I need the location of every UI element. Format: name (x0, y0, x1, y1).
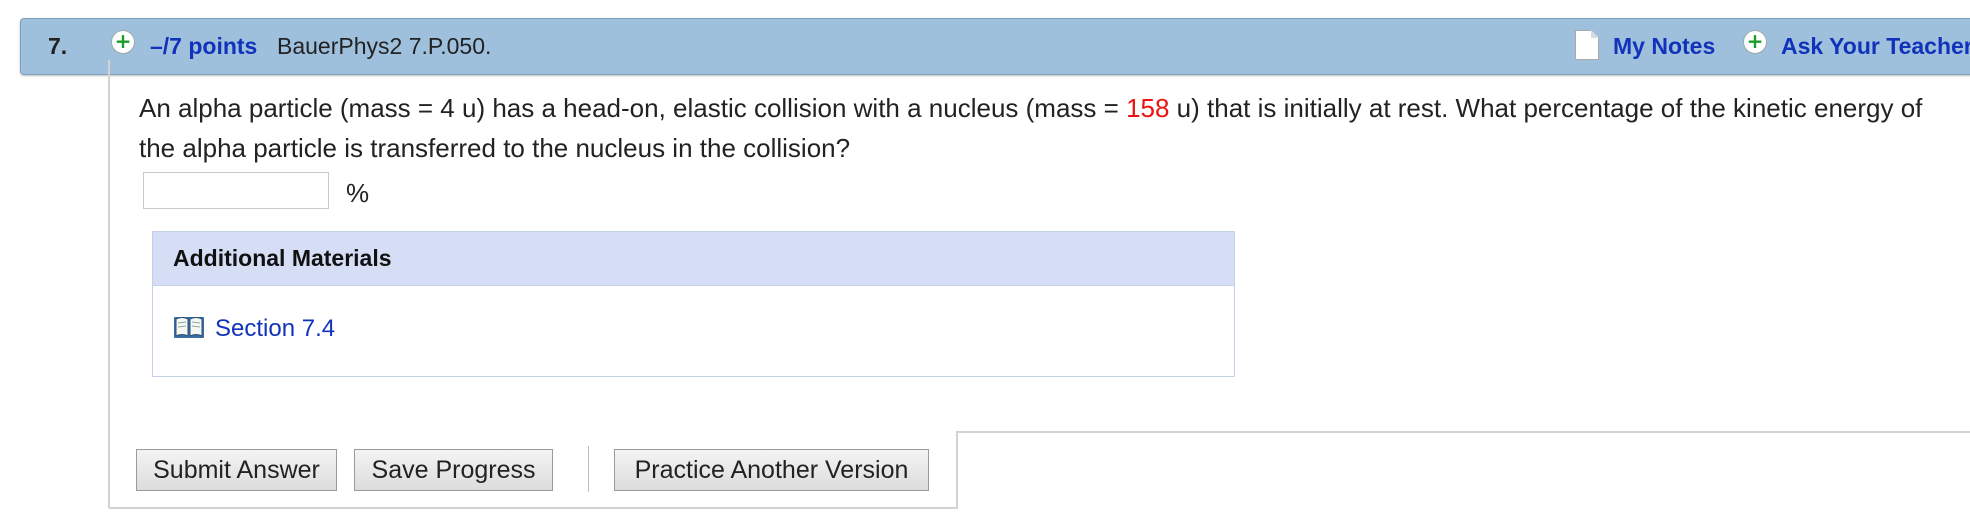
answer-input[interactable] (143, 172, 329, 209)
answer-unit-label: % (346, 178, 370, 208)
book-icon[interactable] (173, 314, 205, 340)
question-text-before: An alpha particle (mass = 4 u) has a hea… (139, 93, 1127, 123)
section-link[interactable]: Section 7.4 (215, 315, 335, 343)
points-link[interactable]: –/7 points (150, 33, 257, 60)
problem-code: BauerPhys2 7.P.050. (277, 33, 492, 59)
actions-frame-bottom (108, 507, 958, 509)
actions-divider-vertical (956, 431, 958, 507)
ask-plus-icon[interactable]: + (1743, 30, 1767, 54)
my-notes-link[interactable]: My Notes (1613, 33, 1715, 60)
save-progress-button[interactable]: Save Progress (354, 449, 553, 491)
expand-plus-icon[interactable]: + (111, 30, 135, 54)
button-separator (588, 446, 589, 492)
nucleus-mass-value: 158 (1126, 93, 1170, 123)
additional-materials-title: Additional Materials (153, 232, 1234, 286)
submit-answer-button[interactable]: Submit Answer (136, 449, 337, 491)
practice-another-version-button[interactable]: Practice Another Version (614, 449, 929, 491)
question-text: An alpha particle (mass = 4 u) has a hea… (139, 88, 1939, 168)
actions-divider (957, 431, 1970, 433)
notes-document-icon[interactable] (1575, 30, 1599, 60)
question-number: 7. (48, 33, 68, 59)
additional-materials-box: Additional Materials Section 7.4 (152, 231, 1235, 377)
ask-your-teacher-link[interactable]: Ask Your Teacher (1781, 33, 1970, 60)
